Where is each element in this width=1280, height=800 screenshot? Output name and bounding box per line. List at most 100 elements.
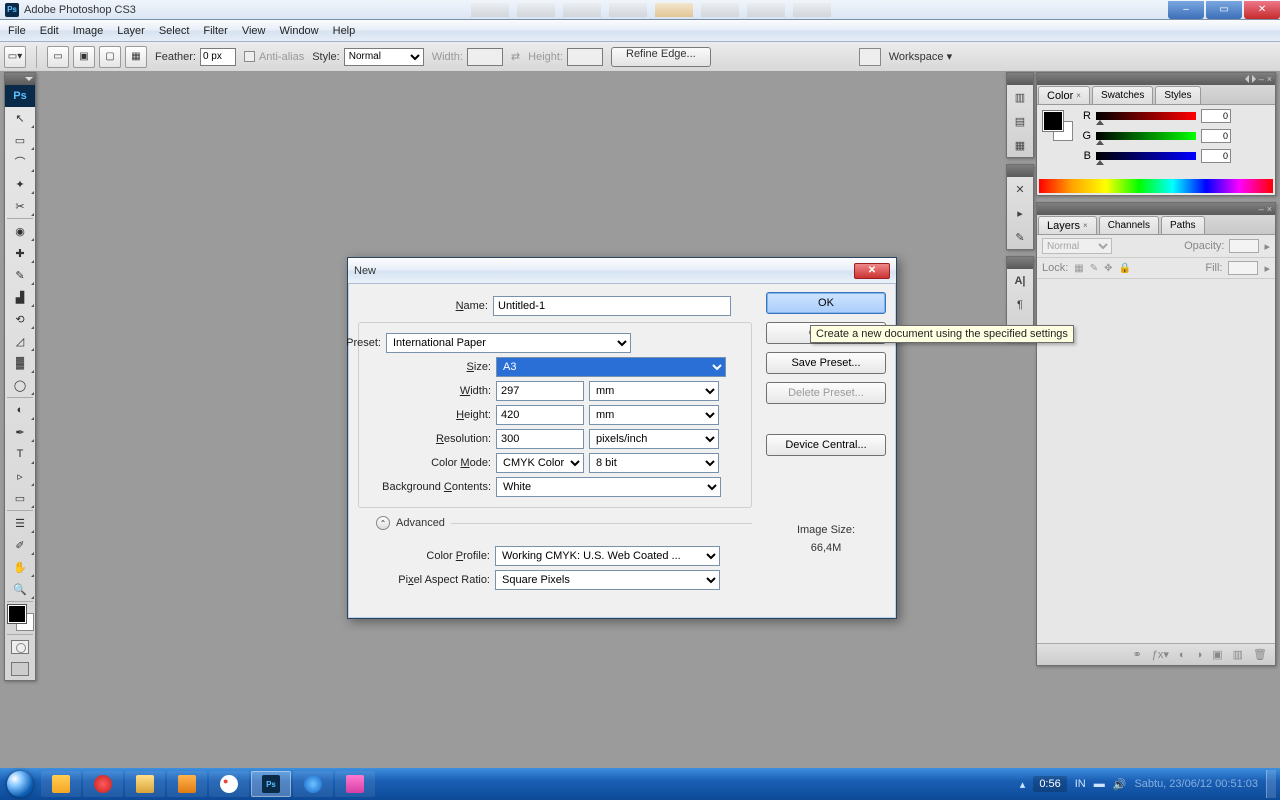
refine-edge-button[interactable]: Refine Edge...: [611, 47, 711, 67]
tab-color[interactable]: Color×: [1038, 86, 1090, 104]
resolution-input[interactable]: [496, 429, 584, 449]
height-input[interactable]: [496, 405, 584, 425]
window-minimize-button[interactable]: –: [1168, 1, 1204, 19]
new-selection-icon[interactable]: ▭: [47, 46, 69, 68]
tray-arrow-icon[interactable]: ▴: [1020, 778, 1026, 791]
menu-edit[interactable]: Edit: [40, 25, 59, 37]
tab-layers[interactable]: Layers×: [1038, 216, 1097, 234]
browser-tab[interactable]: [609, 3, 647, 17]
colormode-select[interactable]: CMYK Color: [496, 453, 584, 473]
preset-select[interactable]: International Paper: [386, 333, 631, 353]
tab-paths[interactable]: Paths: [1161, 216, 1205, 234]
g-slider[interactable]: [1096, 132, 1196, 140]
browser-tab[interactable]: [747, 3, 785, 17]
taskbar-app[interactable]: [41, 771, 81, 797]
info-icon[interactable]: ▦: [1007, 133, 1033, 157]
dialog-close-button[interactable]: ✕: [854, 263, 890, 279]
taskbar-app[interactable]: [293, 771, 333, 797]
crop-tool[interactable]: ✂: [5, 195, 35, 217]
taskbar-app[interactable]: [335, 771, 375, 797]
notes-tool[interactable]: ☰: [5, 512, 35, 534]
tray-flag-icon[interactable]: ▬: [1094, 778, 1105, 790]
save-preset-button[interactable]: Save Preset...: [766, 352, 886, 374]
fg-bg-swatch[interactable]: [1043, 111, 1073, 141]
r-slider[interactable]: [1096, 112, 1196, 120]
history-brush-tool[interactable]: ⟲: [5, 308, 35, 330]
shape-tool[interactable]: ▭: [5, 487, 35, 509]
intersect-selection-icon[interactable]: ▦: [125, 46, 147, 68]
size-select[interactable]: A3: [496, 357, 726, 377]
current-tool-icon[interactable]: ▭▾: [4, 46, 26, 68]
history-icon[interactable]: ✕: [1007, 177, 1033, 201]
style-select[interactable]: Normal: [344, 48, 424, 66]
brush-tool[interactable]: ✎: [5, 264, 35, 286]
taskbar-app-photoshop[interactable]: Ps: [251, 771, 291, 797]
taskbar-app[interactable]: [125, 771, 165, 797]
taskbar-app[interactable]: [167, 771, 207, 797]
navigator-icon[interactable]: ▥: [1007, 85, 1033, 109]
r-value[interactable]: [1201, 109, 1231, 123]
quickmask-toggle[interactable]: [5, 636, 35, 658]
b-slider[interactable]: [1096, 152, 1196, 160]
quickmask-icon[interactable]: [859, 48, 881, 66]
pen-tool[interactable]: ✒: [5, 421, 35, 443]
toolpresets-icon[interactable]: ✎: [1007, 225, 1033, 249]
wand-tool[interactable]: ✦: [5, 173, 35, 195]
path-select-tool[interactable]: ▹: [5, 465, 35, 487]
browser-tab[interactable]: [655, 3, 693, 17]
window-close-button[interactable]: ✕: [1244, 1, 1280, 19]
add-selection-icon[interactable]: ▣: [73, 46, 95, 68]
eraser-tool[interactable]: ◿: [5, 330, 35, 352]
eyedropper-tool[interactable]: ✐: [5, 534, 35, 556]
bgcontents-select[interactable]: White: [496, 477, 721, 497]
menu-layer[interactable]: Layer: [117, 25, 145, 37]
par-select[interactable]: Square Pixels: [495, 570, 720, 590]
screenmode-toggle[interactable]: [5, 658, 35, 680]
name-input[interactable]: [493, 296, 731, 316]
g-value[interactable]: [1201, 129, 1231, 143]
lasso-tool[interactable]: ⌒: [5, 151, 35, 173]
histogram-icon[interactable]: ▤: [1007, 109, 1033, 133]
dodge-tool[interactable]: ◐: [5, 399, 35, 421]
device-central-button[interactable]: Device Central...: [766, 434, 886, 456]
menu-help[interactable]: Help: [333, 25, 356, 37]
move-tool[interactable]: ↖: [5, 107, 35, 129]
color-swatches[interactable]: [5, 603, 35, 633]
tab-styles[interactable]: Styles: [1155, 86, 1200, 104]
resolution-unit-select[interactable]: pixels/inch: [589, 429, 719, 449]
tray-clock[interactable]: 0:56: [1033, 776, 1066, 792]
taskbar-app[interactable]: [83, 771, 123, 797]
feather-input[interactable]: [200, 48, 236, 66]
advanced-toggle-icon[interactable]: ⌃: [376, 516, 390, 530]
browser-tab[interactable]: [563, 3, 601, 17]
taskbar-app[interactable]: ●: [209, 771, 249, 797]
browser-tab[interactable]: [471, 3, 509, 17]
subtract-selection-icon[interactable]: ▢: [99, 46, 121, 68]
blur-tool[interactable]: ◯: [5, 374, 35, 396]
width-unit-select[interactable]: mm: [589, 381, 719, 401]
paragraph-icon[interactable]: ¶: [1007, 293, 1033, 317]
browser-tab[interactable]: [793, 3, 831, 17]
menu-filter[interactable]: Filter: [203, 25, 227, 37]
zoom-tool[interactable]: 🔍: [5, 578, 35, 600]
tab-channels[interactable]: Channels: [1099, 216, 1159, 234]
actions-icon[interactable]: ▸: [1007, 201, 1033, 225]
ps-logo[interactable]: Ps: [5, 85, 35, 107]
browser-tab[interactable]: [517, 3, 555, 17]
menu-file[interactable]: File: [8, 25, 26, 37]
marquee-tool[interactable]: ▭: [5, 129, 35, 151]
window-maximize-button[interactable]: ▭: [1206, 1, 1242, 19]
slice-tool[interactable]: ◉: [5, 220, 35, 242]
colorprofile-select[interactable]: Working CMYK: U.S. Web Coated ...: [495, 546, 720, 566]
colordepth-select[interactable]: 8 bit: [589, 453, 719, 473]
width-input[interactable]: [496, 381, 584, 401]
height-unit-select[interactable]: mm: [589, 405, 719, 425]
menu-image[interactable]: Image: [73, 25, 104, 37]
b-value[interactable]: [1201, 149, 1231, 163]
stamp-tool[interactable]: ▟: [5, 286, 35, 308]
color-spectrum[interactable]: [1039, 179, 1273, 193]
tray-lang[interactable]: IN: [1075, 778, 1086, 790]
type-tool[interactable]: T: [5, 443, 35, 465]
character-icon[interactable]: A|: [1007, 269, 1033, 293]
show-desktop-button[interactable]: [1266, 770, 1276, 798]
